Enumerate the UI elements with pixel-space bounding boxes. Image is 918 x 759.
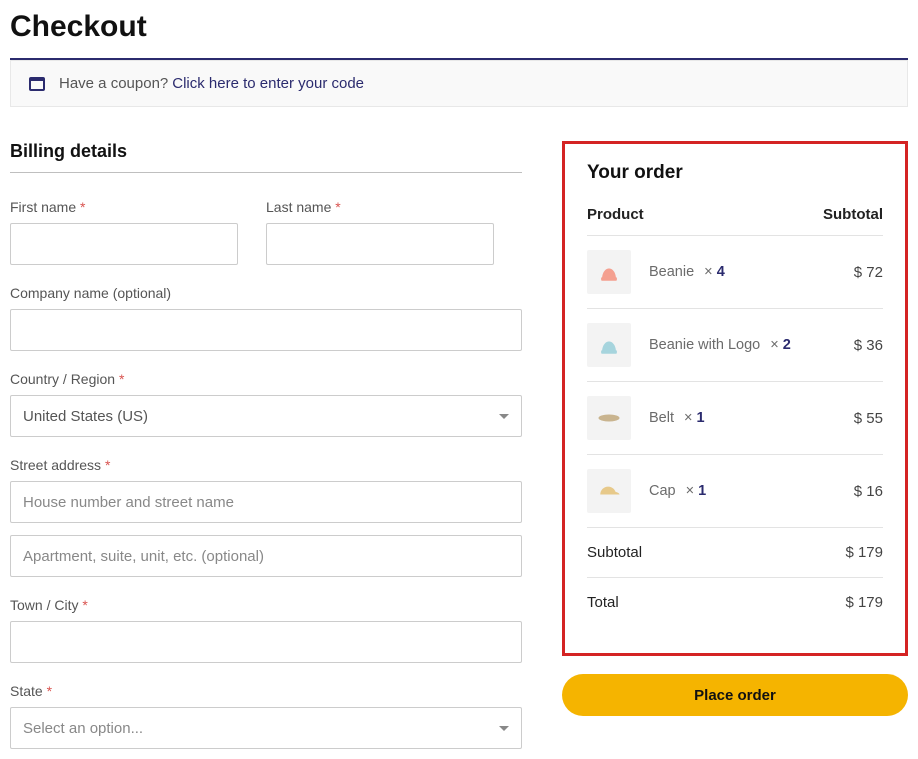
order-item-name: Beanie — [649, 264, 694, 280]
total-row: Total $ 179 — [587, 578, 883, 627]
company-input[interactable] — [10, 309, 522, 351]
product-thumbnail — [587, 323, 631, 367]
last-name-input[interactable] — [266, 223, 494, 265]
product-thumbnail — [587, 469, 631, 513]
order-header-row: Product Subtotal — [587, 206, 883, 236]
total-label: Total — [587, 594, 619, 611]
billing-title: Billing details — [10, 141, 522, 173]
country-select[interactable]: United States (US) — [10, 395, 522, 437]
total-value: $ 179 — [845, 594, 883, 611]
order-item-name-wrap: Cap × 1 — [649, 483, 854, 499]
town-label: Town / City * — [10, 597, 522, 613]
product-thumbnail — [587, 250, 631, 294]
state-select[interactable]: Select an option... — [10, 707, 522, 749]
first-name-label: First name * — [10, 199, 238, 215]
order-item-qty: × 2 — [766, 337, 791, 353]
order-item: Beanie with Logo × 2$ 36 — [587, 309, 883, 382]
coupon-link[interactable]: Click here to enter your code — [172, 75, 364, 92]
place-order-button[interactable]: Place order — [562, 674, 908, 716]
order-item-name-wrap: Belt × 1 — [649, 410, 854, 426]
street1-input[interactable] — [10, 481, 522, 523]
order-item-name: Beanie with Logo — [649, 337, 760, 353]
billing-section: Billing details First name * Last name *… — [10, 141, 522, 749]
order-item-price: $ 36 — [854, 337, 883, 354]
company-label: Company name (optional) — [10, 285, 522, 301]
country-label: Country / Region * — [10, 371, 522, 387]
state-placeholder: Select an option... — [23, 720, 143, 737]
state-label: State * — [10, 683, 522, 699]
order-title: Your order — [587, 162, 883, 184]
state-field-wrap: State * Select an option... — [10, 683, 522, 749]
street-label: Street address * — [10, 457, 522, 473]
order-header-subtotal: Subtotal — [823, 206, 883, 223]
page-title: Checkout — [10, 10, 908, 44]
subtotal-row: Subtotal $ 179 — [587, 528, 883, 578]
order-item-name: Cap — [649, 483, 676, 499]
last-name-field-wrap: Last name * — [266, 199, 494, 265]
order-header-product: Product — [587, 206, 644, 223]
street2-input[interactable] — [10, 535, 522, 577]
order-item-qty: × 1 — [680, 410, 705, 426]
country-value: United States (US) — [23, 408, 148, 425]
order-item: Cap × 1$ 16 — [587, 455, 883, 528]
town-field-wrap: Town / City * — [10, 597, 522, 663]
order-item-qty: × 4 — [700, 264, 725, 280]
order-item-name-wrap: Beanie with Logo × 2 — [649, 337, 854, 353]
order-item-price: $ 72 — [854, 264, 883, 281]
street-field-wrap: Street address * — [10, 457, 522, 577]
order-item-name-wrap: Beanie × 4 — [649, 264, 854, 280]
company-field-wrap: Company name (optional) — [10, 285, 522, 351]
chevron-down-icon — [499, 726, 509, 731]
coupon-question: Have a coupon? — [59, 75, 168, 92]
order-summary-column: Your order Product Subtotal Beanie × 4$ … — [562, 141, 908, 716]
chevron-down-icon — [499, 414, 509, 419]
country-field-wrap: Country / Region * United States (US) — [10, 371, 522, 437]
product-thumbnail — [587, 396, 631, 440]
subtotal-value: $ 179 — [845, 544, 883, 561]
coupon-icon — [29, 77, 45, 91]
order-item-qty: × 1 — [682, 483, 707, 499]
order-item: Belt × 1$ 55 — [587, 382, 883, 455]
coupon-banner: Have a coupon? Click here to enter your … — [10, 60, 908, 107]
town-input[interactable] — [10, 621, 522, 663]
order-item-price: $ 55 — [854, 410, 883, 427]
subtotal-label: Subtotal — [587, 544, 642, 561]
first-name-field-wrap: First name * — [10, 199, 238, 265]
order-item-price: $ 16 — [854, 483, 883, 500]
order-panel: Your order Product Subtotal Beanie × 4$ … — [562, 141, 908, 656]
first-name-input[interactable] — [10, 223, 238, 265]
last-name-label: Last name * — [266, 199, 494, 215]
order-item: Beanie × 4$ 72 — [587, 236, 883, 309]
order-item-name: Belt — [649, 410, 674, 426]
